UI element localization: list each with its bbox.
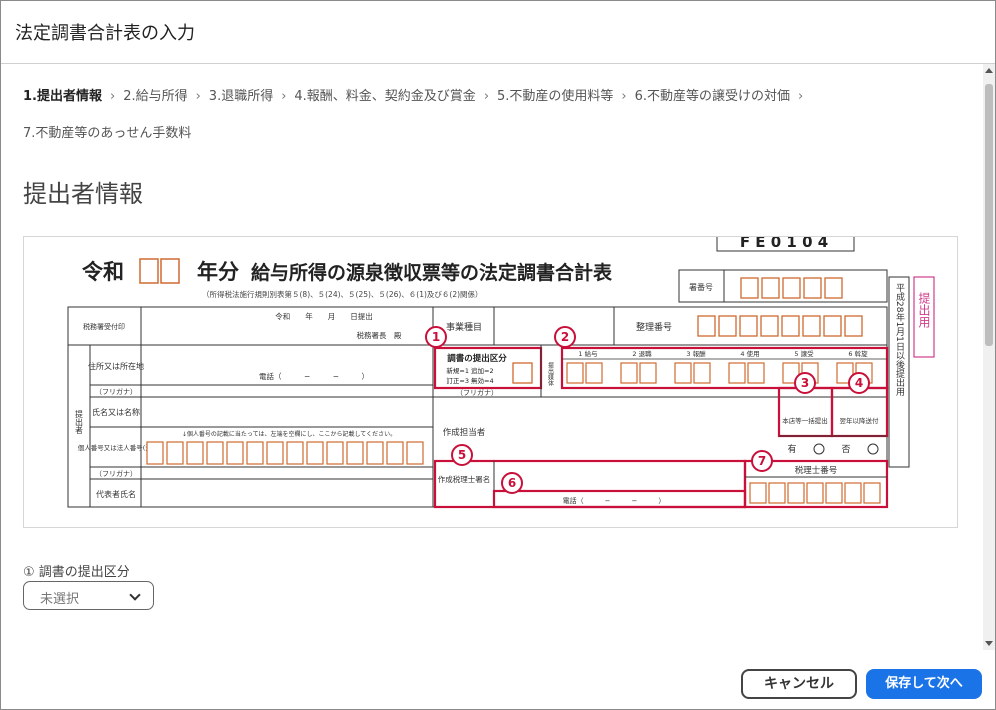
svg-text:4 使用: 4 使用 [740,349,759,358]
vertical-scrollbar[interactable] [983,64,995,650]
form-doc-note1: 新規=1 追加=2 [446,366,493,375]
form-address: 住所又は所在地 [88,361,144,371]
form-personal-no: 個人番号又は法人番号(注) [78,443,155,452]
save-and-next-button[interactable]: 保存して次へ [866,669,982,699]
form-rep: 代表者氏名 [96,489,136,499]
svg-text:6 斡旋: 6 斡旋 [848,349,868,358]
step-2-salary[interactable]: 2.給与所得 [123,78,187,115]
chevron-right-icon: › [281,89,287,104]
doc-type-label: ① 調書の提出区分 [23,565,130,580]
marker-4: 4 [855,376,863,390]
marker-5: 5 [458,448,466,462]
svg-text:5 譲受: 5 譲受 [794,349,814,358]
form-personal-note: ↓個人番号の記載に当たっては、左端を空欄にし、ここから記載してください。 [182,430,396,438]
step-5-real-estate-use[interactable]: 5.不動産の使用料等 [497,78,613,115]
form-office-no: 署番号 [689,282,713,292]
dialog-title: 法定調書合計表の入力 [15,23,195,44]
form-doc-note2: 訂正=3 無効=4 [446,376,493,385]
dialog-content[interactable]: 1.提出者情報 › 2.給与所得 › 3.退職所得 › 4.報酬、料金、契約金及び賞金 › 5.… [1,64,983,649]
chevron-down-icon [129,589,141,601]
form-teishutsu: 提出用 [917,291,931,329]
form-furigana-2: （フリガナ） [95,469,137,478]
marker-7: 7 [758,454,766,468]
form-submitter: 提出者 [75,409,84,435]
form-management-no: 整理番号 [636,321,672,333]
tax-accountant-no-boxes [749,482,881,504]
step-7-brokerage[interactable]: 7.不動産等のあっせん手数料 [23,115,191,152]
doc-type-select[interactable]: 未選択 [23,581,154,610]
form-media: 提出媒体 [547,361,554,387]
media-boxes [566,362,873,384]
scroll-down-icon[interactable] [985,641,993,646]
chevron-right-icon: › [483,89,490,104]
step-1-submitter-info[interactable]: 1.提出者情報 [23,78,102,115]
form-era: 令和 [82,260,124,284]
form-phone-2: 電話（ − − ） [563,496,666,505]
form-name: 氏名又は名称 [92,407,140,417]
marker-6: 6 [508,476,516,490]
form-side-text: 平成28年1月1日以後提出用 [894,283,905,397]
form-code: F E 0 1 0 4 [740,237,828,251]
form-heading: 給与所得の源泉徴収票等の法定調書合計表 [251,261,613,284]
step-3-retirement[interactable]: 3.退職所得 [209,78,273,115]
step-4-fees[interactable]: 4.報酬、料金、契約金及び賞金 [294,78,475,115]
dialog: 法定調書合計表の入力 1.提出者情報 › 2.給与所得 › 3.退職所得 › 4.報酬、料金… [0,0,996,710]
step-breadcrumb: 1.提出者情報 › 2.給与所得 › 3.退職所得 › 4.報酬、料金、契約金及び賞金 › 5.… [23,78,923,152]
form-preparer: 作成担当者 [443,427,486,438]
chevron-right-icon: › [798,89,804,104]
chevron-right-icon: › [621,89,627,104]
form-business-type: 事業種目 [446,321,482,333]
form-tax-accountant: 作成税理士署名 [438,474,491,484]
form-phone: 電話（ − − ） [259,371,369,381]
doc-type-select-value: 未選択 [40,592,80,607]
svg-text:3 報酬: 3 報酬 [686,349,705,358]
form-furigana-1: （フリガナ） [95,387,137,396]
marker-2: 2 [561,330,569,344]
form-no: 否 [841,444,850,455]
step-6-real-estate-transfer[interactable]: 6.不動産等の譲受けの対価 [635,78,790,115]
form-next-year: 翌年以降送付 [840,416,880,425]
form-subheading: （所得税法施行規則別表第５(8)、５(24)、５(25)、５(26)、６(1)及… [202,289,483,299]
form-reference-image: F E 0 1 0 4 令和 年分 給与所得の源泉徴収票等の法定調書合計表 （所… [23,236,958,528]
svg-text:2 退職: 2 退職 [632,349,652,358]
svg-text:1 給与: 1 給与 [578,349,597,358]
marker-1: 1 [432,330,440,344]
form-date-line: 令和 年 月 日提出 [275,311,373,321]
media-column-labels: 1 給与 2 退職 3 報酬 4 使用 5 譲受 6 斡旋 [578,349,868,358]
form-director: 税務署長 殿 [357,330,402,340]
form-furigana-3: （フリガナ） [456,388,498,397]
form-tax-accountant-no: 税理士番号 [795,465,838,476]
marker-3: 3 [801,376,809,390]
scrollbar-thumb[interactable] [985,84,993,346]
form-tax-office-stamp: 税務署受付印 [83,322,125,331]
personal-number-boxes [146,441,424,465]
cancel-button[interactable]: キャンセル [741,669,857,699]
form-doc-type: 調書の提出区分 [447,353,507,364]
scroll-up-icon[interactable] [985,68,993,73]
section-title: 提出者情報 [23,180,143,208]
form-head-office: 本店等一括提出 [782,416,828,425]
chevron-right-icon: › [109,89,116,104]
form-year-suffix: 年分 [197,260,239,284]
form-yes: 有 [787,443,796,455]
chevron-right-icon: › [195,89,201,104]
form-diagram: F E 0 1 0 4 令和 年分 給与所得の源泉徴収票等の法定調書合計表 （所… [67,237,935,509]
